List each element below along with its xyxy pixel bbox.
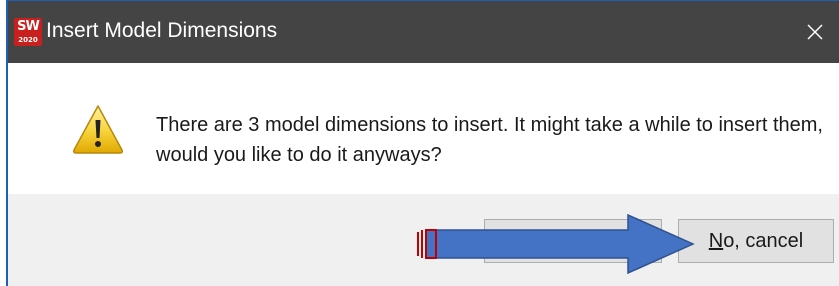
- dialog-message: There are 3 model dimensions to insert. …: [156, 114, 823, 166]
- warning-icon: [73, 105, 123, 154]
- yes-button[interactable]: [484, 219, 662, 263]
- no-cancel-button[interactable]: No, cancel: [678, 219, 834, 263]
- logo-text: SW: [17, 19, 40, 34]
- close-icon: [807, 24, 823, 40]
- window-title: Insert Model Dimensions: [46, 19, 278, 42]
- dialog-footer: No, cancel: [8, 194, 839, 286]
- no-button-mnemonic: N: [708, 229, 724, 252]
- insert-model-dimensions-dialog: SW 2020 Insert Model Dimensions There ar…: [6, 0, 839, 286]
- no-button-label: o, cancel: [723, 229, 804, 252]
- close-button[interactable]: [791, 1, 839, 63]
- title-bar[interactable]: SW 2020 Insert Model Dimensions: [8, 1, 839, 63]
- screenshot-stage: SW 2020 Insert Model Dimensions There ar…: [0, 0, 839, 286]
- logo-year: 2020: [18, 36, 38, 44]
- solidworks-logo-icon: SW 2020: [14, 18, 42, 46]
- dialog-content: There are 3 model dimensions to insert. …: [8, 63, 839, 194]
